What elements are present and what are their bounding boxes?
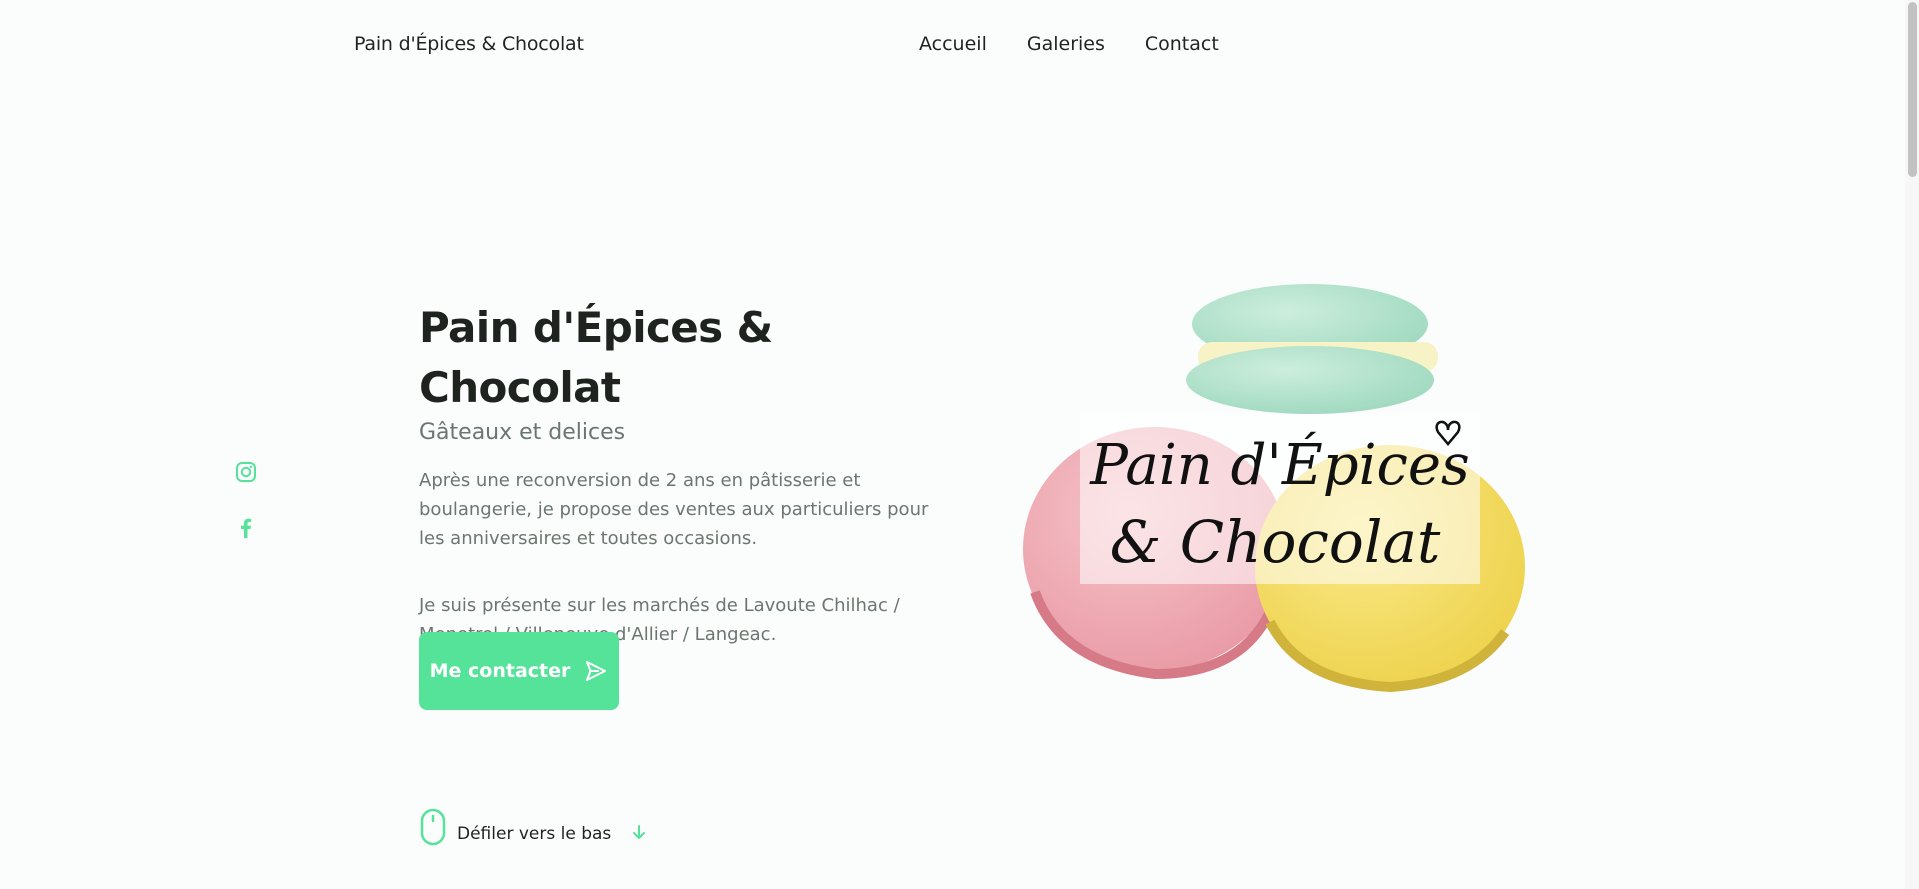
facebook-icon[interactable]	[232, 514, 260, 542]
image-caption-line-2: & Chocolat	[1110, 508, 1441, 576]
scrollbar-thumb[interactable]	[1908, 2, 1917, 177]
mouse-icon	[420, 808, 446, 846]
contact-button[interactable]: Me contacter	[419, 632, 619, 710]
hero-subtitle: Gâteaux et delices	[419, 420, 626, 445]
site-header: Pain d'Épices & Chocolat Accueil Galerie…	[0, 0, 1919, 90]
scroll-down-link[interactable]: Défiler vers le bas	[419, 808, 647, 846]
arrow-down-icon	[633, 825, 646, 839]
instagram-icon[interactable]	[232, 458, 260, 486]
nav-accueil[interactable]: Accueil	[919, 33, 987, 55]
social-links	[232, 458, 260, 570]
hero-description: Après une reconversion de 2 ans en pâtis…	[419, 470, 929, 549]
nav-galeries[interactable]: Galeries	[1027, 33, 1105, 55]
image-caption-line-1: Pain d'Épices	[1089, 431, 1469, 498]
scroll-down-label: Défiler vers le bas	[457, 824, 612, 844]
nav-contact[interactable]: Contact	[1145, 33, 1219, 55]
site-logo[interactable]: Pain d'Épices & Chocolat	[354, 33, 584, 55]
hero-title: Pain d'Épices & Chocolat	[419, 303, 773, 412]
contact-button-label: Me contacter	[429, 660, 571, 682]
send-icon	[586, 661, 607, 681]
page-scrollbar[interactable]	[1905, 0, 1919, 889]
hero-section: Pain d'Épices & Chocolat Gâteaux et deli…	[419, 298, 979, 649]
hero-macarons-image: Pain d'Épices & Chocolat	[1000, 262, 1560, 722]
main-nav: Accueil Galeries Contact	[919, 33, 1219, 55]
